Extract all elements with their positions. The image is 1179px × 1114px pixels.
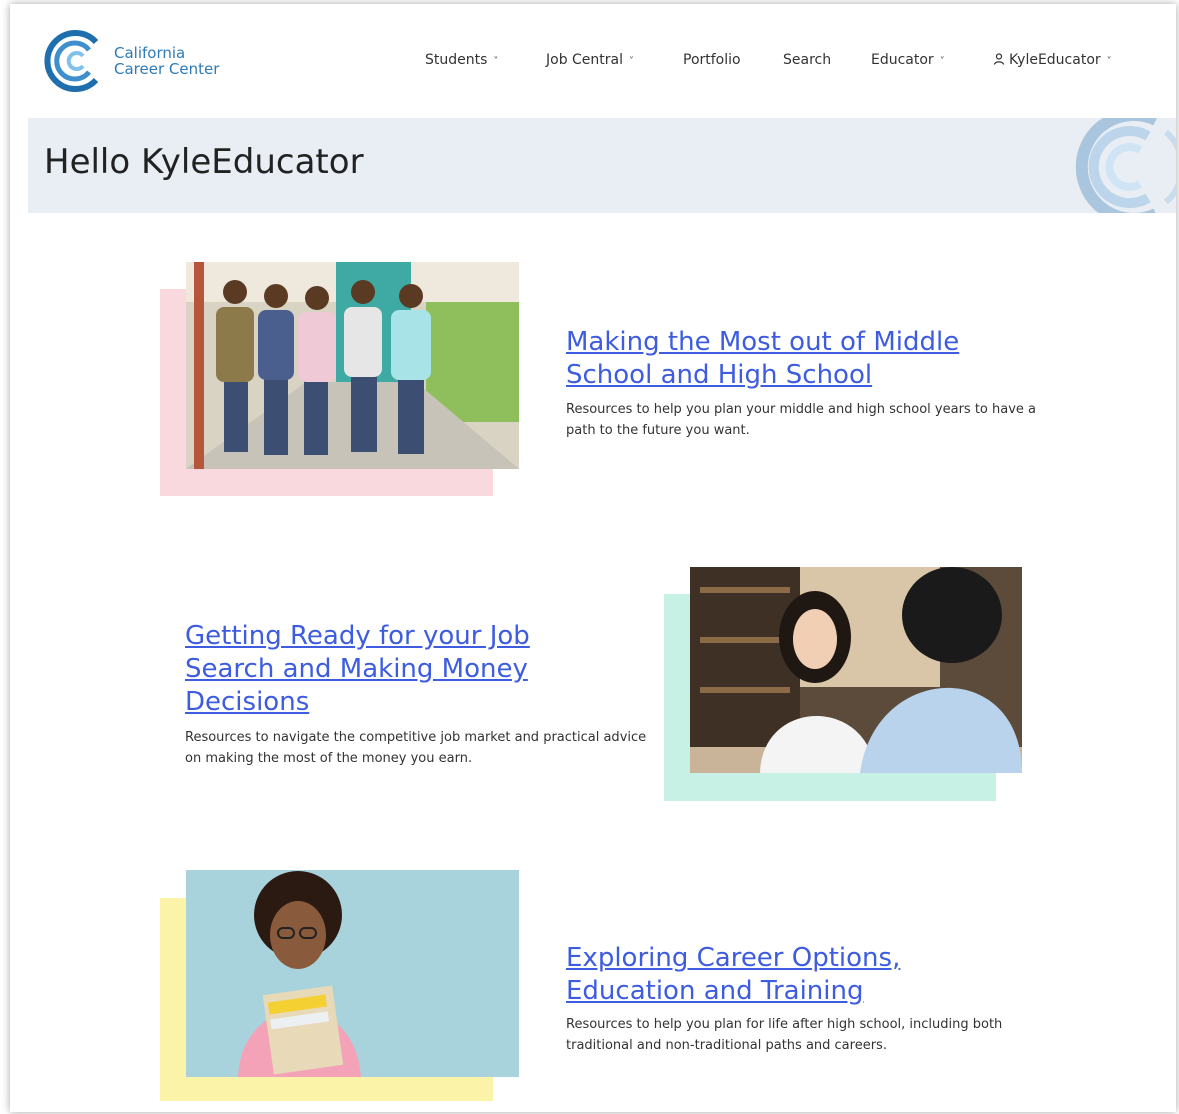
- card3-description: Resources to help you plan for life afte…: [566, 1017, 1003, 1053]
- brand-line2: Career Center: [114, 60, 220, 78]
- nav-job-central[interactable]: Job Central ˅: [546, 52, 634, 68]
- card3-photo: [186, 870, 519, 1077]
- students-walking-image: [186, 262, 519, 469]
- logo-text: California Career Center: [114, 45, 219, 77]
- hero-banner: Hello KyleEducator: [28, 118, 1176, 213]
- nav-students-label: Students: [425, 52, 488, 68]
- card3-title-link[interactable]: Exploring Career Options, Education and …: [566, 942, 1026, 1008]
- user-icon: [993, 53, 1005, 65]
- student-with-books-image: [186, 870, 519, 1077]
- card2-description: Resources to navigate the competitive jo…: [185, 730, 647, 766]
- page-frame: California Career Center Students ˅ Job C…: [10, 4, 1176, 1112]
- chevron-down-icon: ˅: [629, 56, 635, 67]
- nav-educator-label: Educator: [871, 52, 934, 68]
- watermark-logo-icon: [1075, 118, 1176, 213]
- card1-photo: [186, 262, 519, 469]
- chevron-down-icon: ˅: [939, 56, 945, 67]
- card1-title-link[interactable]: Making the Most out of Middle School and…: [566, 326, 1026, 392]
- nav-search-label: Search: [783, 52, 832, 68]
- card2-title-link[interactable]: Getting Ready for your Job Search and Ma…: [185, 620, 605, 719]
- logo-icon: [44, 30, 99, 92]
- nav-portfolio[interactable]: Portfolio: [683, 52, 741, 68]
- site-logo[interactable]: California Career Center: [42, 28, 219, 94]
- nav-user-label: KyleEducator: [1009, 52, 1101, 68]
- nav-user-menu[interactable]: KyleEducator ˅: [993, 52, 1112, 68]
- card2-photo: [690, 567, 1022, 773]
- chevron-down-icon: ˅: [493, 56, 499, 67]
- page-title: Hello KyleEducator: [44, 142, 364, 182]
- nav-educator[interactable]: Educator ˅: [871, 52, 945, 68]
- brand-line1: California: [114, 44, 186, 62]
- nav-students[interactable]: Students ˅: [425, 52, 498, 68]
- job-interview-image: [690, 567, 1022, 773]
- nav-portfolio-label: Portfolio: [683, 52, 741, 68]
- chevron-down-icon: ˅: [1106, 56, 1112, 67]
- nav-search[interactable]: Search: [783, 52, 831, 68]
- card1-description: Resources to help you plan your middle a…: [566, 402, 1037, 438]
- nav-job-central-label: Job Central: [546, 52, 624, 68]
